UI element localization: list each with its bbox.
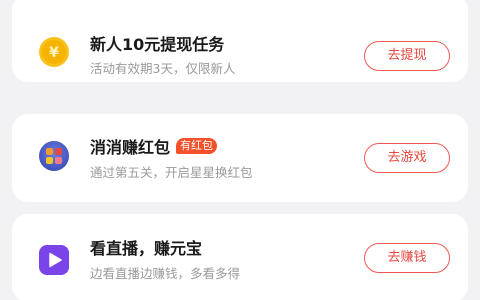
- task-title-row: 新人10元提现任务: [90, 32, 224, 54]
- svg-text:¥: ¥: [49, 45, 59, 61]
- task-subtitle: 通过第五关，开启星星换红包: [90, 165, 253, 180]
- withdraw-button[interactable]: 去提现: [364, 41, 450, 71]
- task-list: ¥ 新人10元提现任务 活动有效期3天，仅限新人 去提现 消消赚红包 有红包 通…: [0, 0, 480, 300]
- play-video-icon: [39, 245, 69, 275]
- task-card-live-stream[interactable]: 看直播，赚元宝 边看直播边赚钱，多看多得 去赚钱: [12, 214, 468, 300]
- task-title: 看直播，赚元宝: [90, 239, 203, 258]
- yuan-coin-icon: ¥: [39, 37, 69, 67]
- red-packet-badge: 有红包: [176, 138, 218, 154]
- task-title-row: 看直播，赚元宝: [90, 236, 202, 258]
- earn-money-button[interactable]: 去赚钱: [364, 243, 450, 273]
- task-title: 新人10元提现任务: [90, 35, 225, 54]
- match-game-icon: [39, 141, 69, 171]
- task-card-match-game[interactable]: 消消赚红包 有红包 通过第五关，开启星星换红包 去游戏: [12, 114, 468, 202]
- task-title-row: 消消赚红包 有红包: [90, 135, 218, 157]
- task-subtitle: 边看直播边赚钱，多看多得: [90, 266, 241, 281]
- task-card-withdraw[interactable]: ¥ 新人10元提现任务 活动有效期3天，仅限新人 去提现: [12, 0, 468, 82]
- task-subtitle: 活动有效期3天，仅限新人: [90, 61, 236, 76]
- task-title: 消消赚红包: [90, 138, 171, 157]
- play-game-button[interactable]: 去游戏: [364, 143, 450, 173]
